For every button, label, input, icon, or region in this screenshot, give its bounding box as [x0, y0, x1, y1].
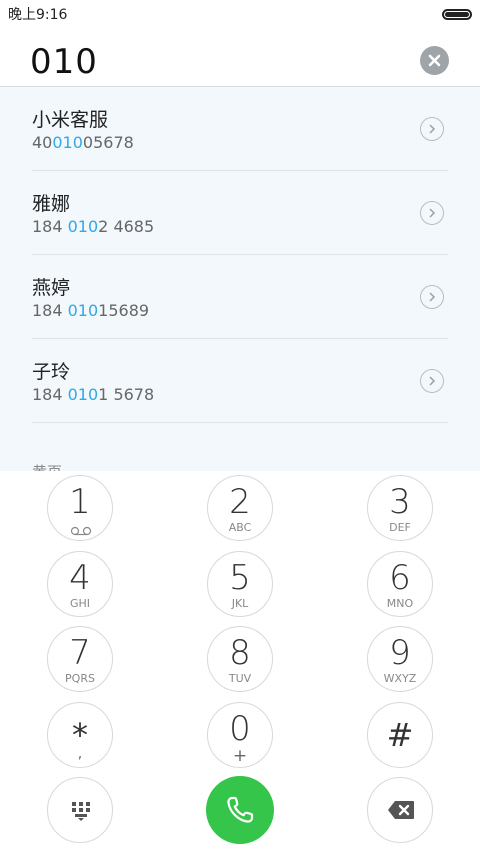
key-letters: TUV — [228, 672, 252, 685]
dialed-number[interactable]: 010 — [30, 42, 98, 82]
chevron-right-icon — [429, 292, 436, 302]
contact-detail-button[interactable] — [420, 117, 444, 141]
call-button[interactable] — [206, 776, 274, 844]
contact-row[interactable]: 雅娜 184 0102 4685 — [32, 171, 448, 255]
key-digit: 8 — [229, 633, 251, 673]
contact-number: 184 0102 4685 — [32, 217, 155, 236]
contact-number: 184 0101 5678 — [32, 385, 155, 404]
key-digit: # — [386, 716, 414, 754]
key-star[interactable]: * , — [47, 702, 113, 768]
key-digit: 7 — [69, 633, 91, 673]
key-0[interactable]: 0 + — [207, 702, 273, 768]
key-digit: 3 — [389, 482, 411, 522]
chevron-right-icon — [429, 208, 436, 218]
key-4[interactable]: 4 GHI — [47, 551, 113, 617]
key-letters: MNO — [386, 597, 414, 610]
key-letters: DEF — [389, 521, 411, 534]
key-3[interactable]: 3 DEF — [367, 475, 433, 541]
key-hash[interactable]: # — [367, 702, 433, 768]
status-time: 晚上9:16 — [8, 7, 68, 23]
key-letters: GHI — [69, 597, 91, 610]
contact-name: 小米客服 — [32, 109, 109, 131]
contact-name: 雅娜 — [32, 193, 71, 215]
key-8[interactable]: 8 TUV — [207, 626, 273, 692]
key-digit: 5 — [229, 558, 251, 598]
key-letters: , — [77, 746, 83, 762]
key-7[interactable]: 7 PQRS — [47, 626, 113, 692]
contact-row[interactable]: 燕婷 184 01015689 — [32, 255, 448, 339]
key-5[interactable]: 5 JKL — [207, 551, 273, 617]
chevron-right-icon — [429, 376, 436, 386]
contact-number: 4001005678 — [32, 133, 134, 152]
key-1[interactable]: 1 — [47, 475, 113, 541]
section-header-peek: 黄页 — [32, 461, 62, 471]
dialpad-icon — [72, 802, 90, 821]
key-digit: 9 — [389, 633, 411, 673]
dial-input-bar: 010 — [0, 28, 480, 87]
key-letters: WXYZ — [383, 672, 417, 685]
contact-row[interactable]: 子玲 184 0101 5678 — [32, 339, 448, 423]
close-icon — [428, 54, 441, 67]
key-digit: 4 — [69, 558, 91, 598]
contact-name: 燕婷 — [32, 277, 71, 299]
key-9[interactable]: 9 WXYZ — [367, 626, 433, 692]
key-digit: 1 — [69, 482, 91, 522]
dial-keypad: 1 2 ABC 3 DEF 4 GHI 5 JKL 6 MNO 7 PQRS 8… — [0, 471, 480, 853]
key-letters: JKL — [231, 597, 249, 610]
key-letters: PQRS — [65, 672, 95, 685]
key-letters: + — [232, 746, 248, 766]
contact-number: 184 01015689 — [32, 301, 150, 320]
search-results-list: 小米客服 4001005678 雅娜 184 0102 4685 燕婷 184 … — [0, 87, 480, 471]
key-digit: 0 — [229, 709, 251, 749]
battery-icon — [442, 8, 472, 20]
contact-name: 子玲 — [32, 361, 71, 383]
collapse-keypad-button[interactable] — [47, 777, 113, 843]
chevron-right-icon — [429, 124, 436, 134]
delete-button[interactable] — [367, 777, 433, 843]
status-bar: 晚上9:16 — [0, 0, 480, 28]
clear-input-button[interactable] — [420, 46, 449, 75]
key-digit: 2 — [229, 482, 251, 522]
contact-detail-button[interactable] — [420, 369, 444, 393]
key-6[interactable]: 6 MNO — [367, 551, 433, 617]
backspace-icon — [388, 801, 414, 819]
voicemail-icon — [70, 526, 92, 536]
key-letters: ABC — [228, 521, 252, 534]
phone-icon — [227, 796, 254, 823]
key-2[interactable]: 2 ABC — [207, 475, 273, 541]
key-digit: 6 — [389, 558, 411, 598]
contact-row[interactable]: 小米客服 4001005678 — [32, 87, 448, 171]
contact-detail-button[interactable] — [420, 201, 444, 225]
contact-detail-button[interactable] — [420, 285, 444, 309]
